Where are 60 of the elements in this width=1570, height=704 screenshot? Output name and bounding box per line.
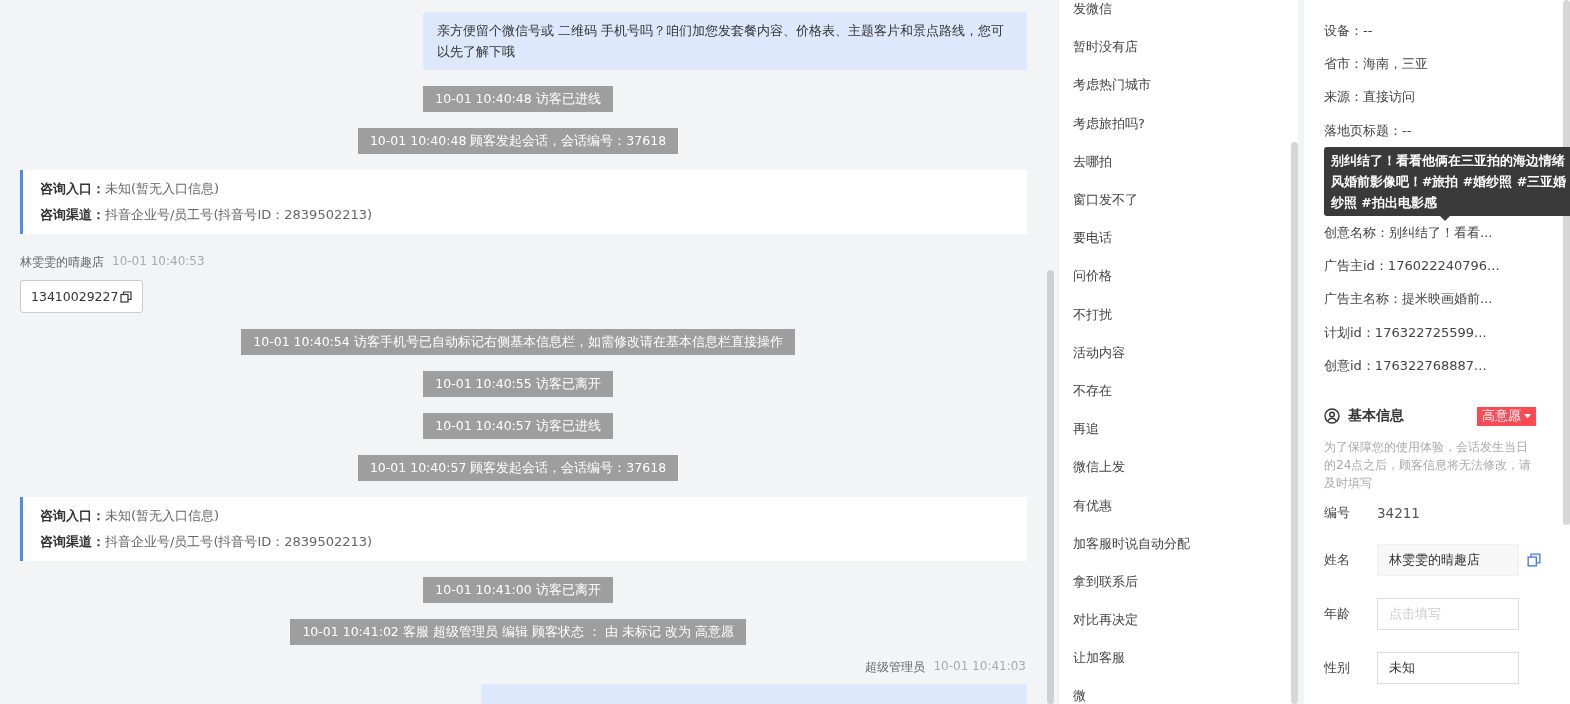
quick-reply-item[interactable]: 有优惠 — [1073, 486, 1284, 525]
field-value: 34211 — [1377, 504, 1420, 521]
quick-reply-item[interactable]: 活动内容 — [1073, 333, 1284, 372]
quick-reply-item[interactable]: 微信上发 — [1073, 448, 1284, 487]
detail-row-text: 广告主名称：提米映画婚前... — [1324, 290, 1494, 309]
system-notice: 10-01 10:40:57 访客已进线 — [423, 413, 613, 439]
entry-info-line: 咨询入口：未知(暂无入口信息) — [40, 180, 221, 198]
quick-reply-item[interactable]: 发微信 — [1073, 0, 1284, 29]
scrollbar[interactable] — [1047, 270, 1054, 704]
user-circle-icon — [1324, 408, 1340, 425]
message-bubble: 亲方便留个微信号或 二维码 手机号吗？咱们加您发套餐内容、价格表、主题客片和景点路线，您可以先了解下哦 — [423, 12, 1027, 70]
quick-reply-item[interactable]: 去哪拍 — [1073, 142, 1284, 181]
system-notice: 10-01 10:40:55 访客已离开 — [423, 371, 613, 397]
copy-icon[interactable] — [120, 290, 133, 303]
field-label: 年龄 — [1324, 604, 1351, 623]
scrollbar[interactable] — [1291, 142, 1298, 704]
name-field[interactable]: 林雯雯的晴趣店 — [1377, 543, 1519, 576]
detail-row-text: 计划id：176322725599... — [1324, 323, 1488, 342]
detail-row-text: 创意id：176322768887... — [1324, 357, 1488, 375]
quick-reply-item[interactable]: 对比再决定 — [1073, 601, 1284, 640]
detail-row-text: 省市：海南，三亚 — [1324, 54, 1429, 73]
quick-reply-item[interactable]: 再追 — [1073, 410, 1284, 449]
quick-reply-item[interactable]: 考虑旅拍吗? — [1073, 104, 1284, 143]
quick-reply-item[interactable]: 暂时没有店 — [1073, 28, 1284, 67]
quick-reply-item[interactable]: 微 — [1073, 677, 1284, 704]
quick-reply-item[interactable]: 不存在 — [1073, 371, 1284, 411]
quick-reply-item[interactable]: 不打扰 — [1073, 295, 1284, 334]
caret-icon — [1524, 413, 1531, 419]
system-notice: 10-01 10:40:48 访客已进线 — [423, 86, 613, 112]
quick-reply-item[interactable]: 要电话 — [1073, 219, 1284, 258]
entry-info-line: 咨询入口：未知(暂无入口信息) — [40, 507, 221, 525]
input-field[interactable]: 未知 — [1377, 651, 1519, 684]
quick-reply-item[interactable]: 考虑热门城市 — [1073, 66, 1284, 105]
section-title: 基本信息 — [1348, 407, 1405, 426]
quick-reply-item[interactable]: 拿到联系后 — [1073, 562, 1284, 601]
message-time: 10-01 10:40:53 — [112, 254, 205, 270]
quick-reply-item[interactable]: 加客服时说自动分配 — [1073, 524, 1284, 563]
field-label: 编号 — [1324, 503, 1351, 522]
entry-info-line: 咨询渠道：抖音企业号/员工号(抖音号ID：2839502213) — [40, 206, 374, 224]
phone-number: 13410029227 — [31, 289, 119, 304]
message-time: 10-01 10:41:03 — [933, 659, 1026, 675]
field-label: 姓名 — [1324, 550, 1351, 569]
detail-row-text: 落地页标题：-- — [1324, 121, 1413, 140]
sender-name: 林雯雯的晴趣店 — [20, 254, 104, 271]
system-notice: 10-01 10:41:02 客服 超级管理员 编辑 顾客状态 ： 由 未标记 改为 高意愿 — [290, 619, 746, 645]
system-notice: 10-01 10:40:57 顾客发起会话，会话编号：37618 — [357, 455, 679, 481]
quick-reply-item[interactable]: 问价格 — [1073, 257, 1284, 296]
notice-text: 为了保障您的使用体验，会话发生当日的24点之后，顾客信息将无法修改，请及时填写 — [1324, 438, 1533, 492]
entry-info-line: 咨询渠道：抖音企业号/员工号(抖音号ID：2839502213) — [40, 533, 374, 551]
detail-row-text: 创意名称：别纠结了！看看... — [1324, 223, 1494, 242]
field-label: 性别 — [1324, 658, 1351, 677]
quick-reply-item[interactable]: 窗口发不了 — [1073, 180, 1284, 220]
detail-row-text: 广告主id：176022240796... — [1324, 257, 1501, 276]
detail-row-text: 设备：-- — [1324, 21, 1374, 40]
system-notice: 10-01 10:40:48 顾客发起会话，会话编号：37618 — [357, 128, 679, 154]
quick-reply-item[interactable]: 让加客服 — [1073, 639, 1284, 678]
detail-row-text: 来源：直接访问 — [1324, 88, 1416, 107]
system-notice: 10-01 10:40:54 访客手机号已自动标记右侧基本信息栏，如需修改请在基本信息栏直接操作 — [241, 329, 795, 355]
sender-name: 超级管理员 — [865, 659, 926, 676]
system-notice: 10-01 10:41:00 访客已离开 — [423, 577, 613, 603]
